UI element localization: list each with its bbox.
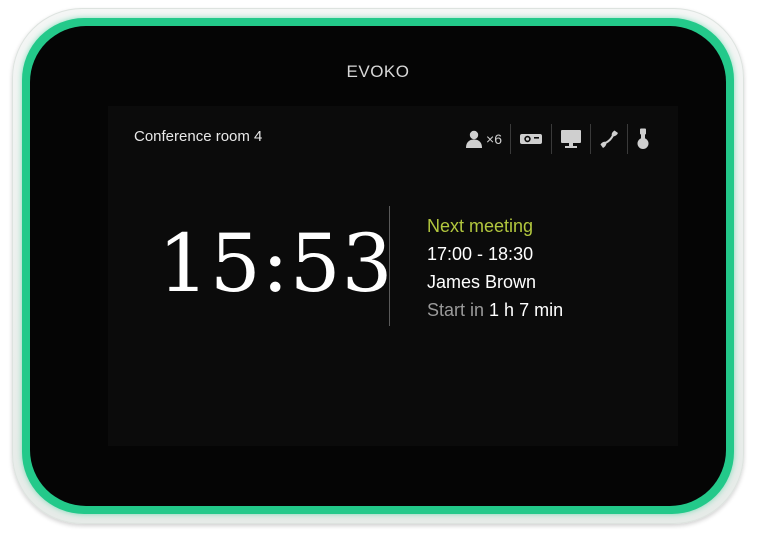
projector-amenity bbox=[510, 124, 551, 154]
start-remaining: 1 h 7 min bbox=[489, 300, 564, 320]
lighting-amenity bbox=[627, 124, 658, 154]
monitor-amenity bbox=[551, 124, 590, 154]
device-screen: EVOKO Conference room 4 ×6 15:53 Next me… bbox=[30, 26, 726, 506]
meeting-organizer: James Brown bbox=[427, 272, 537, 292]
room-display[interactable]: Conference room 4 ×6 15:53 Next meeting … bbox=[108, 106, 678, 446]
monitor-icon bbox=[560, 129, 582, 149]
projector-icon bbox=[519, 131, 543, 147]
room-name: Conference room 4 bbox=[134, 128, 263, 145]
phone-icon bbox=[599, 129, 619, 149]
lightbulb-icon bbox=[636, 128, 650, 150]
brand-logo: EVOKO bbox=[346, 62, 410, 81]
next-meeting-heading: Next meeting bbox=[427, 216, 534, 236]
divider bbox=[389, 206, 390, 326]
capacity-count: ×6 bbox=[486, 131, 502, 147]
phone-amenity bbox=[590, 124, 627, 154]
clock-time: 15:53 bbox=[158, 217, 394, 310]
meeting-time-range: 17:00 - 18:30 bbox=[427, 244, 534, 264]
capacity-indicator: ×6 bbox=[456, 124, 510, 154]
next-meeting-panel: Next meeting 17:00 - 18:30 James Brown S… bbox=[427, 212, 563, 324]
start-prefix: Start in bbox=[427, 300, 485, 320]
meeting-start-countdown: Start in 1 h 7 min bbox=[427, 296, 563, 324]
person-icon bbox=[464, 129, 484, 149]
amenities-bar: ×6 bbox=[456, 124, 658, 154]
